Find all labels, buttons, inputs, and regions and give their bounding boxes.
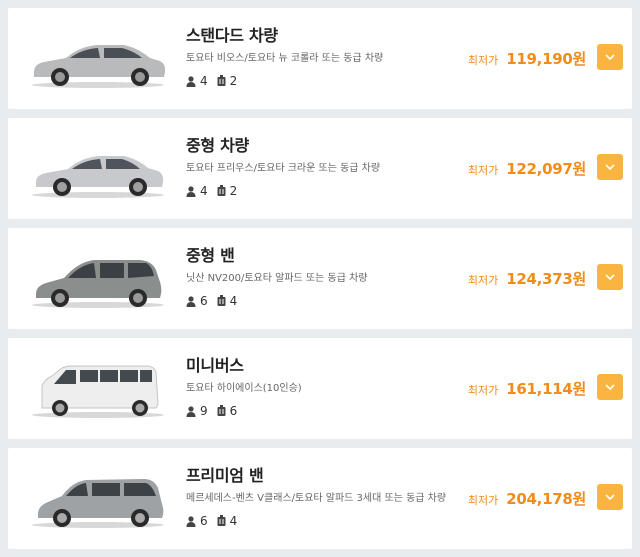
vehicle-list: 스탠다드 차량 토요타 비오스/토요타 뉴 코롤라 또는 동급 차량 4 2 최… [0, 0, 640, 549]
chevron-down-icon [605, 274, 615, 280]
person-icon [186, 75, 196, 87]
expand-button[interactable] [597, 44, 623, 70]
minivan-icon [32, 260, 164, 308]
vehicle-name: 미니버스 [186, 356, 244, 375]
lowest-price-label: 최저가 [467, 164, 499, 177]
person-icon [186, 295, 196, 307]
chevron-down-icon [605, 384, 615, 390]
luggage-count: 4 [229, 514, 238, 528]
luggage-icon [217, 75, 226, 86]
passenger-count: 6 [200, 514, 208, 528]
luggage-capacity: 2 [217, 184, 238, 198]
vehicle-description: 토요타 비오스/토요타 뉴 코롤라 또는 동급 차량 [186, 53, 384, 64]
lowest-price-label: 최저가 [467, 384, 499, 397]
sedan-icon [32, 156, 164, 198]
luggage-icon [217, 405, 226, 416]
lowest-price-label: 최저가 [467, 54, 499, 67]
person-icon [186, 405, 196, 417]
luggage-icon [217, 295, 226, 306]
lowest-price-label: 최저가 [467, 274, 499, 287]
vehicle-name: 중형 밴 [186, 246, 235, 265]
expand-button[interactable] [597, 374, 623, 400]
luggage-capacity: 2 [217, 74, 238, 88]
chevron-down-icon [605, 54, 615, 60]
sedan-icon [32, 45, 166, 88]
lowest-price-label: 최저가 [467, 494, 499, 507]
vehicle-description: 토요타 프리우스/토요타 크라운 또는 동급 차량 [186, 163, 381, 174]
price-value: 161,114원 [506, 380, 586, 398]
luggage-capacity: 4 [217, 294, 238, 308]
passenger-capacity: 9 [186, 404, 208, 418]
vehicle-name: 프리미엄 밴 [186, 466, 264, 485]
price-block: 최저가 124,373원 [468, 268, 586, 289]
vehicle-info: 중형 밴 닛산 NV200/토요타 알파드 또는 동급 차량 6 4 [186, 246, 476, 308]
vehicle-name: 스탠다드 차량 [186, 26, 278, 45]
price-block: 최저가 204,178원 [468, 488, 586, 509]
passenger-count: 9 [200, 404, 208, 418]
chevron-down-icon [605, 164, 615, 170]
price-block: 최저가 122,097원 [468, 158, 586, 179]
vehicle-description: 메르세데스-벤츠 V클래스/토요타 알파드 3세대 또는 동급 차량 [186, 493, 447, 504]
passenger-capacity: 6 [186, 514, 208, 528]
expand-button[interactable] [597, 484, 623, 510]
person-icon [186, 185, 196, 197]
vehicle-info: 스탠다드 차량 토요타 비오스/토요타 뉴 코롤라 또는 동급 차량 4 2 [186, 26, 476, 88]
price-value: 204,178원 [506, 490, 586, 508]
luggage-count: 4 [229, 294, 238, 308]
minibus-icon [32, 365, 164, 418]
vehicle-name: 중형 차량 [186, 136, 249, 155]
luggage-icon [217, 185, 226, 196]
price-value: 119,190원 [506, 50, 586, 68]
chevron-down-icon [605, 494, 615, 500]
vehicle-card[interactable]: 스탠다드 차량 토요타 비오스/토요타 뉴 코롤라 또는 동급 차량 4 2 최… [8, 8, 632, 109]
luggage-capacity: 4 [217, 514, 238, 528]
person-icon [186, 515, 196, 527]
vehicle-description: 닛산 NV200/토요타 알파드 또는 동급 차량 [186, 273, 368, 284]
price-block: 최저가 119,190원 [468, 48, 586, 69]
vehicle-card[interactable]: 중형 밴 닛산 NV200/토요타 알파드 또는 동급 차량 6 4 최저가 1… [8, 228, 632, 329]
passenger-capacity: 6 [186, 294, 208, 308]
luggage-count: 2 [229, 184, 238, 198]
passenger-count: 4 [200, 74, 208, 88]
vehicle-description: 토요타 하이에이스(10인승) [186, 383, 302, 394]
luggage-capacity: 6 [217, 404, 238, 418]
price-block: 최저가 161,114원 [468, 378, 586, 399]
vehicle-card[interactable]: 프리미엄 밴 메르세데스-벤츠 V클래스/토요타 알파드 3세대 또는 동급 차… [8, 448, 632, 549]
passenger-count: 6 [200, 294, 208, 308]
passenger-capacity: 4 [186, 184, 208, 198]
passenger-capacity: 4 [186, 74, 208, 88]
vehicle-info: 중형 차량 토요타 프리우스/토요타 크라운 또는 동급 차량 4 2 [186, 136, 476, 198]
van-icon [32, 479, 164, 528]
luggage-count: 2 [229, 74, 238, 88]
vehicle-info: 미니버스 토요타 하이에이스(10인승) 9 6 [186, 356, 476, 418]
passenger-count: 4 [200, 184, 208, 198]
vehicle-card[interactable]: 중형 차량 토요타 프리우스/토요타 크라운 또는 동급 차량 4 2 최저가 … [8, 118, 632, 219]
expand-button[interactable] [597, 264, 623, 290]
price-value: 124,373원 [506, 270, 586, 288]
vehicle-info: 프리미엄 밴 메르세데스-벤츠 V클래스/토요타 알파드 3세대 또는 동급 차… [186, 466, 476, 528]
luggage-icon [217, 515, 226, 526]
price-value: 122,097원 [506, 160, 586, 178]
expand-button[interactable] [597, 154, 623, 180]
vehicle-card[interactable]: 미니버스 토요타 하이에이스(10인승) 9 6 최저가 161,114원 [8, 338, 632, 439]
luggage-count: 6 [229, 404, 238, 418]
